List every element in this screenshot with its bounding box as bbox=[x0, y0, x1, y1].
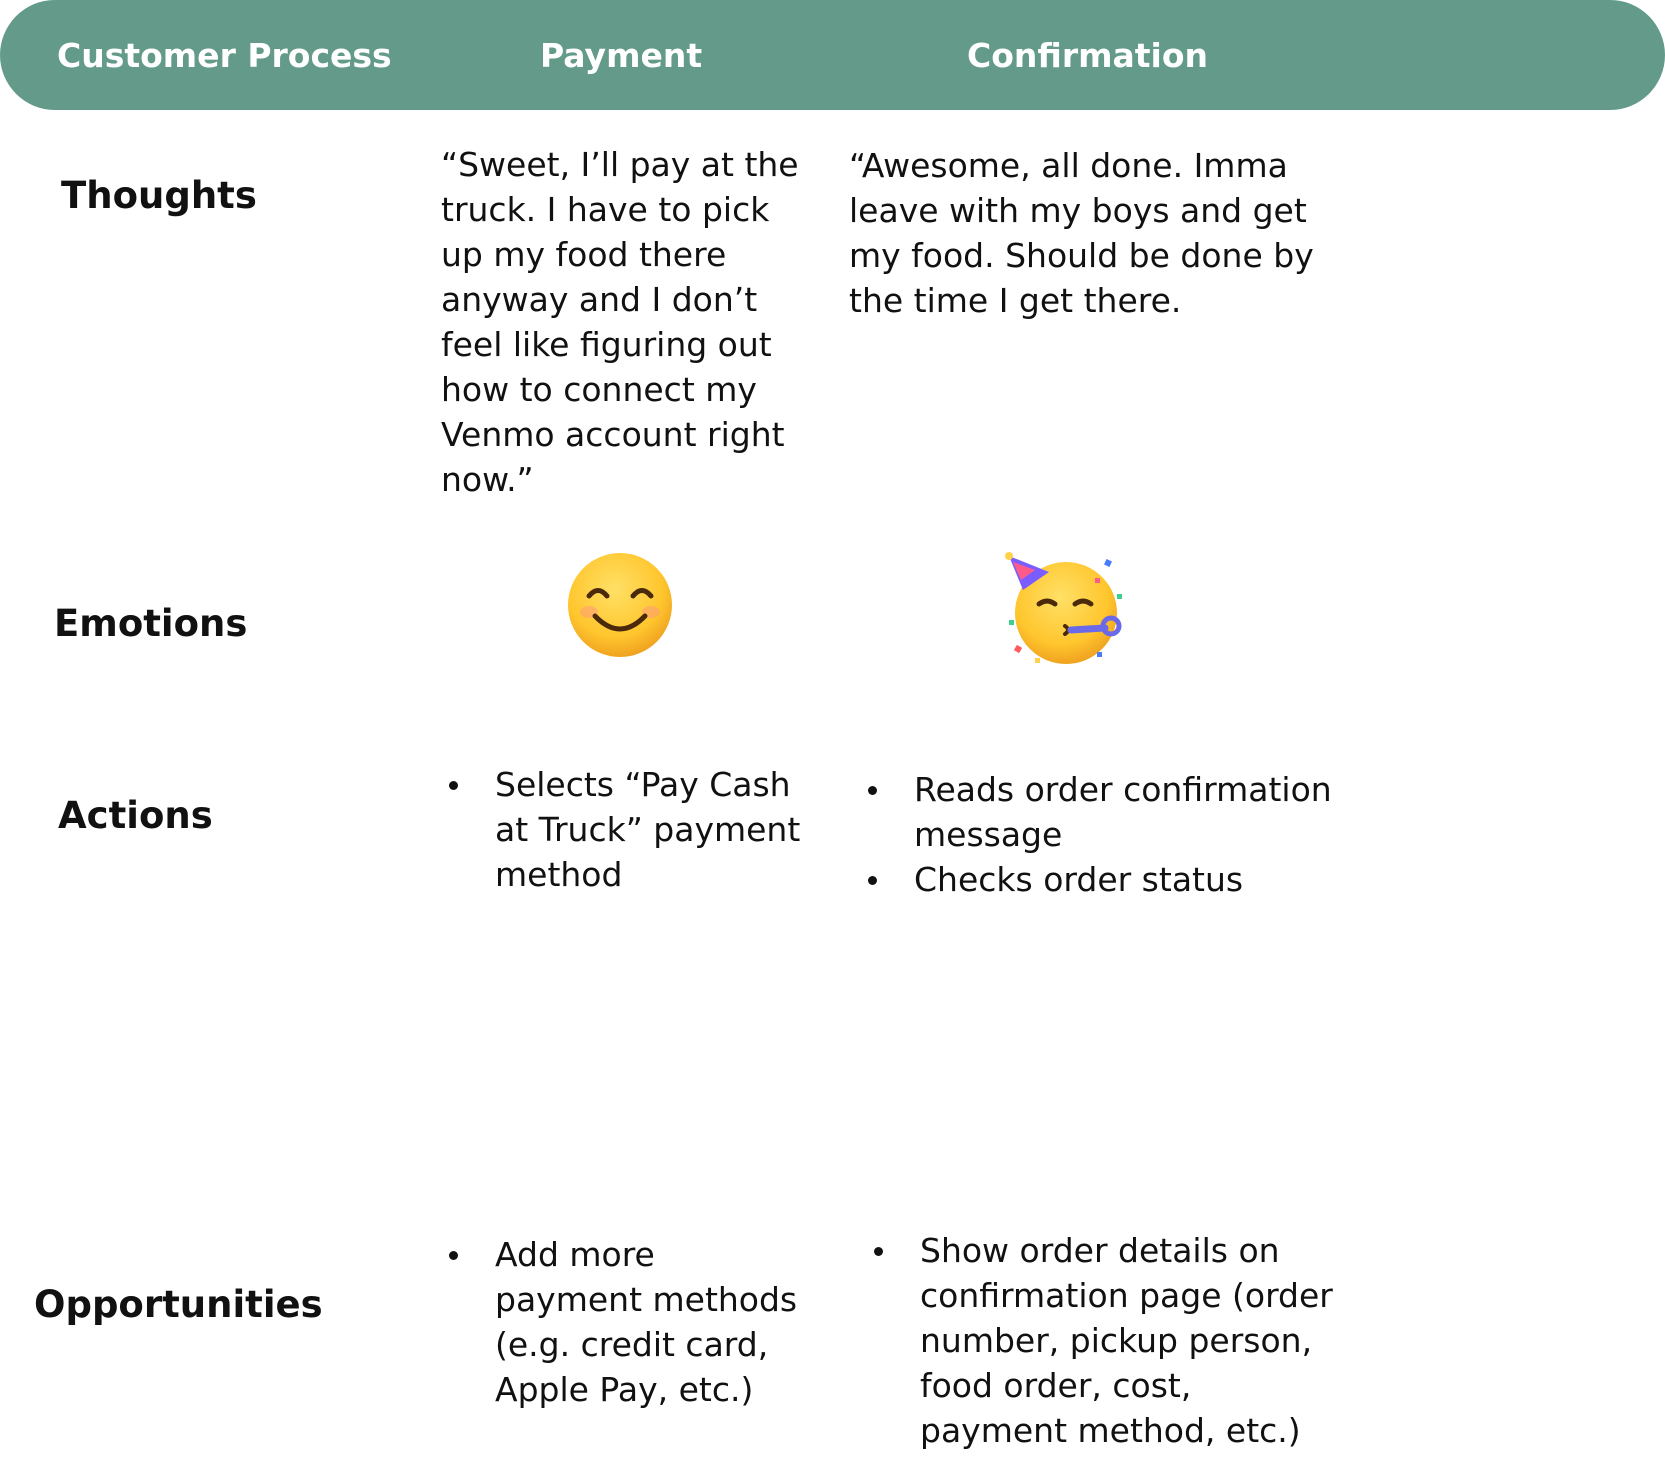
header-bar: Customer Process Payment Confirmation bbox=[0, 0, 1665, 110]
opportunities-confirmation-list: Show order details on confirmation page … bbox=[866, 1228, 1346, 1453]
row-label-actions: Actions bbox=[58, 794, 213, 837]
thoughts-confirmation-text: “Awesome, all done. Imma leave with my b… bbox=[849, 146, 1314, 320]
actions-payment-list: Selects “Pay Cash at Truck” payment meth… bbox=[441, 762, 801, 897]
list-item: Reads order confirmation message bbox=[860, 767, 1340, 857]
list-item: Selects “Pay Cash at Truck” payment meth… bbox=[441, 762, 801, 897]
column-header-payment: Payment bbox=[540, 36, 703, 75]
thoughts-payment-text: “Sweet, I’ll pay at the truck. I have to… bbox=[441, 145, 799, 499]
column-header-confirmation: Confirmation bbox=[967, 36, 1209, 75]
actions-confirmation-list: Reads order confirmation message Checks … bbox=[860, 767, 1340, 902]
list-item: Checks order status bbox=[860, 857, 1340, 902]
column-header-customer-process: Customer Process bbox=[57, 36, 392, 75]
list-item: Add more payment methods (e.g. credit ca… bbox=[441, 1232, 811, 1412]
smiling-face-icon bbox=[568, 553, 672, 657]
row-label-emotions: Emotions bbox=[54, 602, 248, 645]
list-item: Show order details on confirmation page … bbox=[866, 1228, 1346, 1453]
opportunities-payment-list: Add more payment methods (e.g. credit ca… bbox=[441, 1232, 811, 1412]
row-label-thoughts: Thoughts bbox=[61, 174, 257, 217]
row-label-opportunities: Opportunities bbox=[34, 1283, 323, 1326]
partying-face-icon bbox=[1005, 552, 1122, 664]
